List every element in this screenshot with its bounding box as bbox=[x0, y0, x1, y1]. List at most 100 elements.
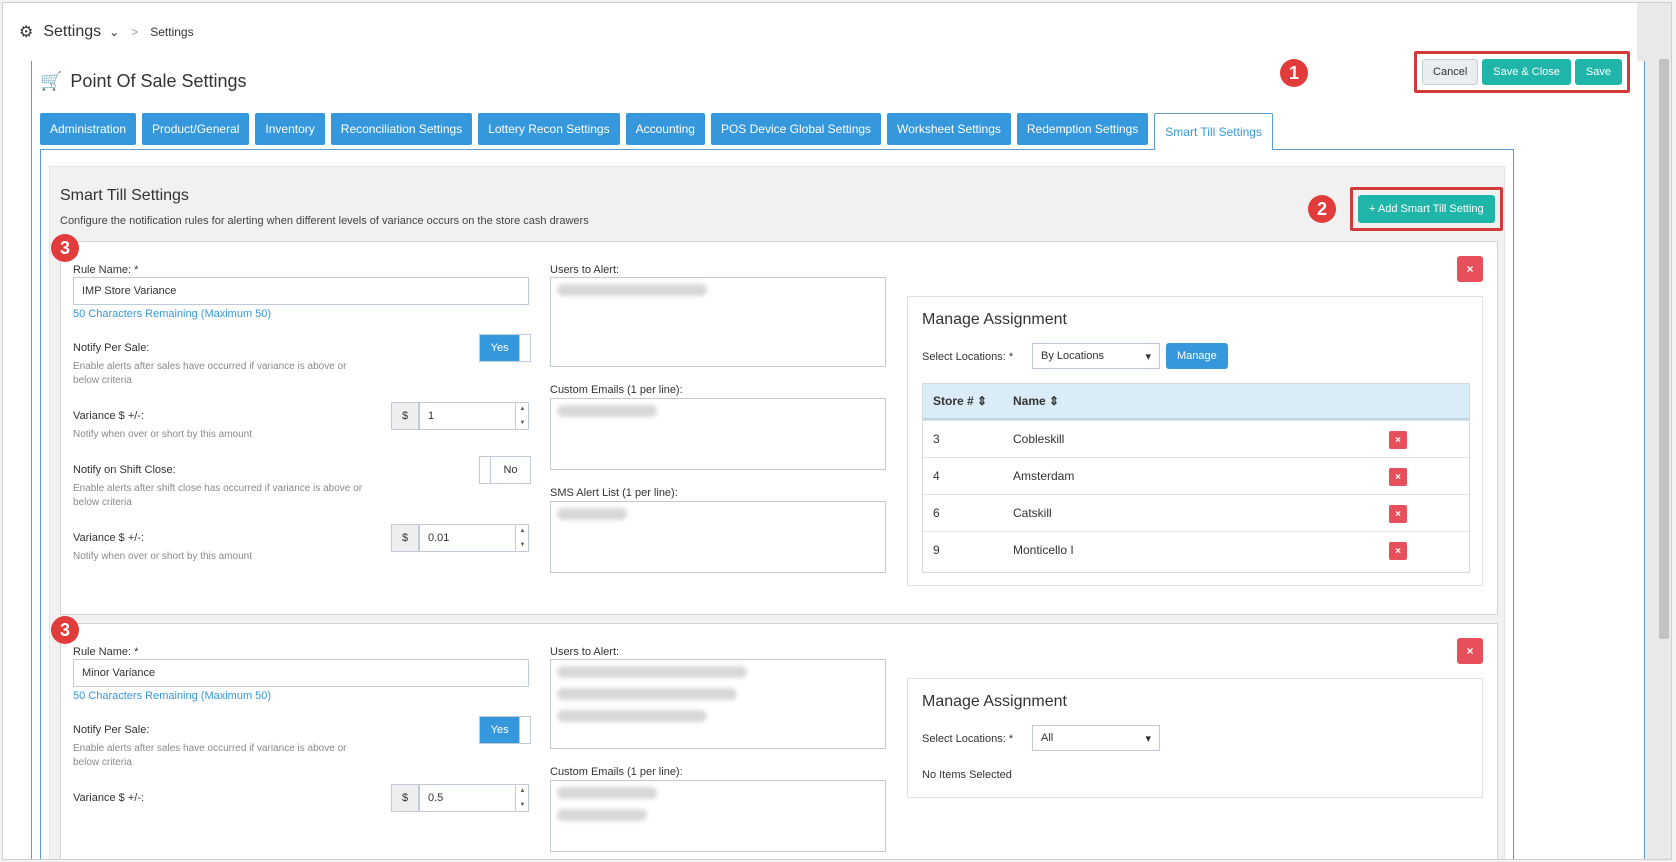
toggle-knob bbox=[519, 717, 530, 743]
sort-icon: ⇕ bbox=[977, 394, 988, 408]
panel-description: Configure the notification rules for ale… bbox=[60, 215, 589, 227]
settings-menu[interactable]: Settings bbox=[43, 23, 101, 41]
manage-assignment-title: Manage Assignment bbox=[922, 311, 1067, 328]
callout-marker: 1 bbox=[1280, 59, 1308, 87]
toggle-no: No bbox=[491, 457, 530, 483]
scrollbar[interactable] bbox=[1659, 59, 1669, 639]
cancel-button[interactable]: Cancel bbox=[1422, 59, 1479, 85]
callout-marker: 2 bbox=[1308, 195, 1336, 223]
tab-product-general[interactable]: Product/General bbox=[142, 113, 250, 145]
remove-store-button[interactable]: × bbox=[1389, 431, 1407, 449]
notify-shift-close-help: Enable alerts after shift close has occu… bbox=[73, 483, 363, 508]
remove-store-button[interactable]: × bbox=[1389, 505, 1407, 523]
tab-lottery-recon-settings[interactable]: Lottery Recon Settings bbox=[478, 113, 620, 145]
manage-button[interactable]: Manage bbox=[1166, 343, 1228, 369]
rule-name-label: Rule Name: * bbox=[73, 646, 139, 658]
callout-marker: 3 bbox=[51, 234, 79, 262]
redacted-user bbox=[557, 710, 707, 722]
name-column-header[interactable]: Name ⇕ bbox=[1013, 394, 1469, 408]
manage-assignment: Manage Assignment Select Locations: * Al… bbox=[907, 678, 1483, 798]
table-header: Store # ⇕ Name ⇕ bbox=[923, 384, 1469, 420]
variance-label: Variance $ +/-: bbox=[73, 410, 145, 422]
table-row: 4 Amsterdam × bbox=[923, 457, 1469, 494]
chars-remaining: 50 Characters Remaining (Maximum 50) bbox=[73, 690, 272, 702]
variance-shift-input[interactable]: 0.01 bbox=[419, 524, 529, 552]
notify-per-sale-toggle[interactable]: Yes bbox=[479, 334, 531, 362]
variance-stepper[interactable]: ▲ ▼ bbox=[515, 402, 529, 430]
stores-table: Store # ⇕ Name ⇕ 3 Cobleskill × 4 Amster… bbox=[922, 383, 1470, 573]
add-smart-till-setting-button[interactable]: + Add Smart Till Setting bbox=[1358, 195, 1495, 223]
table-row: 9 Monticello I × bbox=[923, 531, 1469, 568]
store-column-header[interactable]: Store # ⇕ bbox=[923, 394, 1013, 408]
tab-inventory[interactable]: Inventory bbox=[255, 113, 325, 145]
breadcrumb-separator: > bbox=[131, 25, 139, 39]
locations-select[interactable]: All ▾ bbox=[1032, 725, 1160, 751]
users-alert-label: Users to Alert: bbox=[550, 264, 620, 276]
custom-emails-label: Custom Emails (1 per line): bbox=[550, 766, 683, 778]
save-button[interactable]: Save bbox=[1574, 59, 1622, 85]
header-actions: Cancel Save & Close Save bbox=[1414, 51, 1630, 93]
main-content: 🛒 Point Of Sale Settings 1 Cancel Save &… bbox=[31, 51, 1645, 859]
sms-alert-field[interactable] bbox=[550, 501, 886, 573]
notify-per-sale-toggle[interactable]: Yes bbox=[479, 716, 531, 744]
redacted-phone bbox=[557, 508, 627, 520]
save-close-button[interactable]: Save & Close bbox=[1482, 59, 1571, 85]
toggle-knob bbox=[480, 457, 491, 483]
redacted-user bbox=[557, 284, 707, 296]
notify-shift-close-toggle[interactable]: No bbox=[479, 456, 531, 484]
tab-administration[interactable]: Administration bbox=[40, 113, 137, 145]
locations-select[interactable]: By Locations ▾ bbox=[1032, 343, 1160, 369]
smart-till-panel: Smart Till Settings Configure the notifi… bbox=[49, 166, 1505, 859]
locations-select-value: By Locations bbox=[1041, 350, 1104, 362]
page-title: Point Of Sale Settings bbox=[70, 70, 247, 91]
notify-per-sale-help: Enable alerts after sales have occurred … bbox=[73, 743, 347, 768]
caret-down-icon: ▾ bbox=[1145, 732, 1151, 745]
delete-rule-button[interactable]: × bbox=[1457, 256, 1483, 282]
caret-down-icon: ▾ bbox=[1145, 350, 1151, 363]
rule-name-input[interactable]: IMP Store Variance bbox=[73, 277, 529, 305]
variance-stepper[interactable]: ▲ ▼ bbox=[515, 524, 529, 552]
users-alert-field[interactable] bbox=[550, 277, 886, 367]
callout-marker: 3 bbox=[51, 616, 79, 644]
manage-assignment-title: Manage Assignment bbox=[922, 693, 1067, 710]
variance-label: Variance $ +/-: bbox=[73, 532, 145, 544]
tab-smart-till-settings[interactable]: Smart Till Settings bbox=[1154, 113, 1273, 150]
delete-rule-button[interactable]: × bbox=[1457, 638, 1483, 664]
notify-per-sale-help: Enable alerts after sales have occurred … bbox=[73, 361, 347, 386]
tab-accounting[interactable]: Accounting bbox=[625, 113, 705, 145]
users-alert-field[interactable] bbox=[550, 659, 886, 749]
variance-stepper[interactable]: ▲ ▼ bbox=[515, 784, 529, 812]
select-locations-label: Select Locations: * bbox=[922, 733, 1014, 745]
notify-per-sale-label: Notify Per Sale: bbox=[73, 724, 150, 736]
rule-name-input[interactable]: Minor Variance bbox=[73, 659, 529, 687]
custom-emails-label: Custom Emails (1 per line): bbox=[550, 384, 683, 396]
rule-card: 3 Rule Name: * Minor Variance 50 Charact… bbox=[51, 616, 1498, 859]
tab-bar: Administration Product/General Inventory… bbox=[40, 113, 1273, 150]
redacted-user bbox=[557, 688, 737, 700]
tab-pos-device-global-settings[interactable]: POS Device Global Settings bbox=[710, 113, 882, 145]
tab-redemption-settings[interactable]: Redemption Settings bbox=[1016, 113, 1149, 145]
tab-reconciliation-settings[interactable]: Reconciliation Settings bbox=[330, 113, 473, 145]
tab-worksheet-settings[interactable]: Worksheet Settings bbox=[887, 113, 1011, 145]
rule-name-label: Rule Name: * bbox=[73, 264, 139, 276]
variance-input[interactable]: 1 bbox=[419, 402, 529, 430]
chars-remaining: 50 Characters Remaining (Maximum 50) bbox=[73, 308, 272, 320]
dollar-addon: $ bbox=[391, 524, 419, 552]
chevron-down-icon[interactable]: ⌄ bbox=[109, 25, 119, 39]
panel-title: Smart Till Settings bbox=[60, 187, 189, 204]
locations-select-value: All bbox=[1041, 732, 1054, 744]
no-items-text: No Items Selected bbox=[922, 769, 1012, 781]
cart-icon: 🛒 bbox=[40, 70, 63, 91]
variance-input[interactable]: 0.5 bbox=[419, 784, 529, 812]
redacted-email bbox=[557, 809, 647, 821]
page-header: 🛒 Point Of Sale Settings 1 Cancel Save &… bbox=[32, 51, 1644, 101]
breadcrumb[interactable]: Settings bbox=[150, 25, 193, 39]
store-number: 4 bbox=[933, 469, 940, 483]
custom-emails-field[interactable] bbox=[550, 398, 886, 470]
custom-emails-field[interactable] bbox=[550, 780, 886, 852]
store-number: 6 bbox=[933, 506, 940, 520]
remove-store-button[interactable]: × bbox=[1389, 542, 1407, 560]
remove-store-button[interactable]: × bbox=[1389, 468, 1407, 486]
add-setting-wrapper: + Add Smart Till Setting bbox=[1350, 187, 1503, 231]
tab-panel: Smart Till Settings Configure the notifi… bbox=[40, 149, 1514, 859]
